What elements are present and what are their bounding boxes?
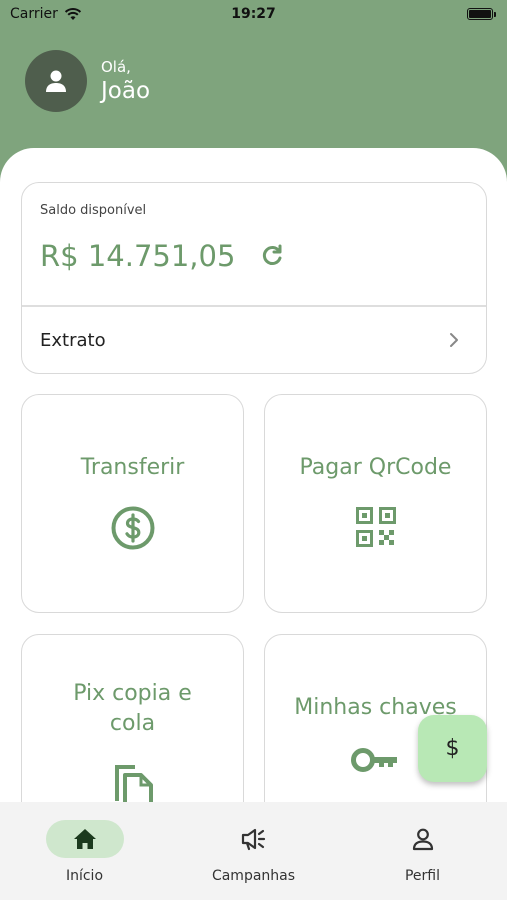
nav-label: Início <box>65 868 104 884</box>
fab-dollar-button[interactable]: $ <box>418 715 487 782</box>
person-outline-icon <box>412 828 433 851</box>
nav-label: Perfil <box>404 868 441 884</box>
status-bar: Carrier 19:27 <box>0 0 507 28</box>
key-icon <box>350 745 401 775</box>
carrier-label: Carrier <box>10 6 58 22</box>
home-icon <box>73 829 96 849</box>
balance-amount: R$ 14.751,05 <box>40 239 236 273</box>
nav-item-profile[interactable]: Perfil <box>348 820 498 900</box>
statement-label: Extrato <box>40 329 106 351</box>
balance-card: Saldo disponível R$ 14.751,05 Extrato <box>21 182 487 374</box>
user-name: João <box>101 78 151 104</box>
transfer-tile[interactable]: Transferir <box>21 394 244 613</box>
balance-label: Saldo disponível <box>40 203 147 218</box>
avatar[interactable] <box>25 50 87 112</box>
bottom-nav: Início Campanhas Perfil <box>0 802 507 900</box>
person-icon <box>46 70 66 92</box>
nav-icon-wrap <box>215 820 293 858</box>
fab-label: $ <box>445 736 460 761</box>
qr-code-icon <box>355 507 396 547</box>
balance-row: R$ 14.751,05 <box>40 239 285 273</box>
greeting-block: Olá, João <box>101 58 150 104</box>
tile-label: Pix copia e cola <box>73 681 192 736</box>
nav-item-home[interactable]: Início <box>10 820 160 900</box>
tile-label: Transferir <box>80 455 185 480</box>
status-time: 19:27 <box>231 6 276 22</box>
nav-active-indicator <box>45 820 124 858</box>
refresh-button[interactable] <box>259 243 285 269</box>
megaphone-icon <box>241 828 265 851</box>
battery-icon <box>467 8 496 20</box>
user-header: Olá, João <box>25 50 150 112</box>
status-left: Carrier <box>10 6 82 22</box>
greeting-text: Olá, <box>101 58 131 76</box>
wifi-icon <box>64 8 81 20</box>
nav-item-campaigns[interactable]: Campanhas <box>179 820 329 900</box>
nav-label: Campanhas <box>211 868 296 884</box>
nav-icon-wrap <box>384 820 462 858</box>
chevron-right-icon <box>450 333 458 347</box>
statement-link[interactable]: Extrato <box>22 307 486 373</box>
tile-label: Pagar QrCode <box>299 455 452 480</box>
qr-pay-tile[interactable]: Pagar QrCode <box>264 394 487 613</box>
refresh-icon <box>263 244 282 265</box>
dollar-circle-icon <box>110 505 156 551</box>
